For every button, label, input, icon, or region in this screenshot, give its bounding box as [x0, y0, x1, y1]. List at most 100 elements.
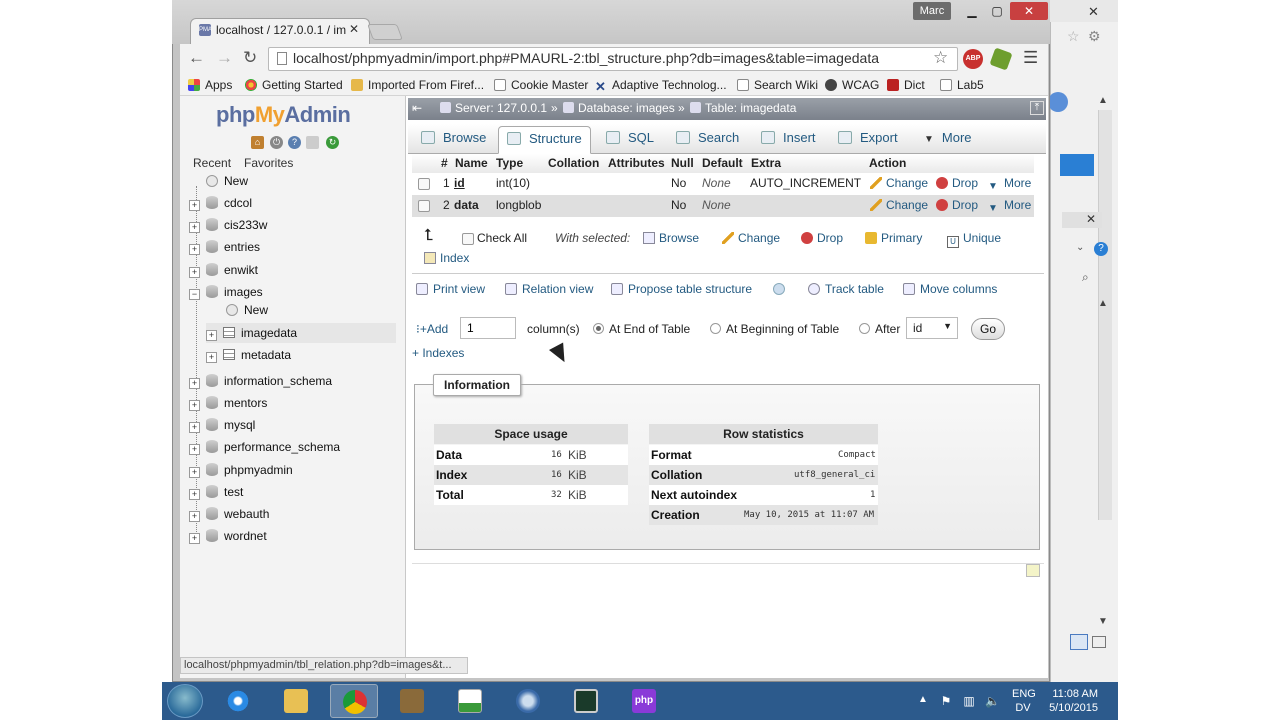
tab-browse[interactable]: Browse — [413, 126, 494, 152]
column-count-input[interactable] — [460, 317, 516, 339]
column-header-extra[interactable]: Extra — [751, 156, 781, 170]
tab-search[interactable]: Search — [668, 126, 747, 152]
at-beginning-label[interactable]: At Beginning of Table — [726, 322, 839, 336]
profile-user-badge[interactable]: Marc — [913, 2, 951, 20]
tab-more[interactable]: ▼ More — [916, 126, 980, 152]
tab-insert[interactable]: Insert — [753, 126, 824, 152]
expand-icon[interactable]: + — [189, 467, 200, 478]
expand-icon[interactable]: + — [189, 244, 200, 255]
tree-table-metadata[interactable]: + metadata — [206, 345, 291, 365]
collapse-icon[interactable]: − — [189, 289, 200, 300]
back-arrow-icon[interactable]: ← — [188, 48, 205, 68]
bookmark-dict[interactable]: Dict — [887, 76, 925, 94]
expand-icon[interactable]: + — [189, 200, 200, 211]
tree-db-cis233w[interactable]: + cis233w — [189, 215, 267, 235]
check-all-label[interactable]: Check All — [477, 231, 527, 245]
column-header-num[interactable]: # — [441, 156, 448, 170]
console-icon[interactable] — [1026, 564, 1040, 577]
maximize-icon[interactable]: ▢ — [985, 2, 1009, 20]
home-icon[interactable]: ⌂ — [251, 136, 264, 149]
background-blue-button[interactable] — [1060, 154, 1094, 176]
column-header-collation[interactable]: Collation — [548, 156, 599, 170]
column-header-type[interactable]: Type — [496, 156, 523, 170]
background-scrollbar[interactable] — [1098, 110, 1112, 520]
background-close-icon[interactable]: ✕ — [1088, 4, 1099, 20]
bookmark-imported-folder[interactable]: Imported From Firef... — [351, 76, 484, 94]
tree-db-images[interactable]: − images — [189, 282, 263, 302]
bookmark-cookie-master[interactable]: Cookie Master — [494, 76, 588, 94]
bulk-change-button[interactable]: Change — [722, 231, 780, 245]
after-label[interactable]: After — [875, 322, 900, 336]
background-scroll-down-icon[interactable]: ▼ — [1098, 616, 1108, 627]
tree-images-new[interactable]: New — [226, 300, 268, 320]
breadcrumb-server[interactable]: Server: 127.0.0.1 — [440, 101, 547, 115]
docs-icon[interactable] — [306, 136, 319, 149]
after-radio[interactable] — [859, 323, 870, 334]
new-tab-button[interactable] — [367, 24, 403, 40]
taskbar-ie[interactable] — [214, 684, 262, 718]
bookmark-getting-started[interactable]: Getting Started — [245, 76, 343, 94]
row-change-button[interactable]: Change — [870, 176, 928, 190]
volume-icon[interactable]: 🔈 — [985, 694, 1000, 708]
indexes-link[interactable]: + Indexes — [412, 346, 464, 360]
tree-db-enwikt[interactable]: + enwikt — [189, 260, 258, 280]
row-change-button[interactable]: Change — [870, 198, 928, 212]
bulk-unique-button[interactable]: U Unique — [947, 231, 1001, 248]
tree-db-mysql[interactable]: + mysql — [189, 415, 255, 435]
at-end-label[interactable]: At End of Table — [609, 322, 690, 336]
breadcrumb-database[interactable]: Database: images — [563, 101, 675, 115]
expand-icon[interactable]: + — [189, 222, 200, 233]
window-close-icon[interactable]: ✕ — [1010, 2, 1048, 20]
relation-view-link[interactable]: Relation view — [505, 282, 593, 296]
tab-export[interactable]: Export — [830, 126, 906, 152]
tree-db-phpmyadmin[interactable]: + phpmyadmin — [189, 460, 293, 480]
column-header-null[interactable]: Null — [671, 156, 694, 170]
row-more-button[interactable]: ▼ More — [988, 198, 1031, 215]
row-drop-button[interactable]: Drop — [936, 176, 978, 190]
nav-collapse-arrow-icon[interactable]: ⇤ — [412, 101, 422, 115]
minimize-icon[interactable]: ▁ — [960, 2, 984, 20]
bookmark-adaptive-technology[interactable]: ✕ Adaptive Technolog... — [595, 76, 727, 94]
background-star-icon[interactable]: ☆ — [1067, 28, 1080, 45]
background-chevron-icon[interactable]: ⌄ — [1076, 242, 1084, 253]
taskbar-thunderbird[interactable] — [504, 684, 552, 718]
tab-structure[interactable]: Structure — [498, 126, 591, 154]
expand-icon[interactable]: + — [189, 489, 200, 500]
background-help-icon[interactable]: ? — [1094, 242, 1108, 256]
favorites-tab[interactable]: Favorites — [244, 156, 293, 170]
expand-icon[interactable]: + — [189, 422, 200, 433]
background-view2-icon[interactable] — [1092, 636, 1106, 648]
print-view-link[interactable]: Print view — [416, 282, 485, 296]
taskbar-recorder[interactable] — [388, 684, 436, 718]
tray-expand-icon[interactable]: ▲ — [918, 694, 928, 705]
tree-db-mentors[interactable]: + mentors — [189, 393, 267, 413]
taskbar-chrome[interactable] — [330, 684, 378, 718]
phpmyadmin-logo[interactable]: phpMyAdmin — [216, 102, 351, 128]
column-header-name[interactable]: Name — [455, 156, 488, 170]
top-menu-collapse-icon[interactable]: ⤒ — [1030, 101, 1044, 115]
at-end-radio[interactable] — [593, 323, 604, 334]
start-button[interactable] — [167, 684, 203, 718]
expand-icon[interactable]: + — [206, 330, 217, 341]
expand-icon[interactable]: + — [189, 267, 200, 278]
column-header-default[interactable]: Default — [702, 156, 743, 170]
expand-icon[interactable]: + — [189, 400, 200, 411]
track-table-link[interactable]: Track table — [808, 282, 884, 296]
expand-icon[interactable]: + — [189, 533, 200, 544]
row-drop-button[interactable]: Drop — [936, 198, 978, 212]
bookmark-search-wiki[interactable]: Search Wiki — [737, 76, 818, 94]
move-columns-link[interactable]: Move columns — [903, 282, 997, 296]
bookmark-lab5[interactable]: Lab5 — [940, 76, 984, 94]
row-more-button[interactable]: ▼ More — [988, 176, 1031, 193]
background-scroll-up-icon-2[interactable]: ▲ — [1098, 298, 1108, 309]
background-view-icon[interactable] — [1070, 634, 1088, 650]
background-gear-icon[interactable]: ⚙ — [1088, 28, 1101, 45]
tree-db-performance-schema[interactable]: + performance_schema — [189, 437, 340, 457]
taskbar-chart-app[interactable] — [446, 684, 494, 718]
tree-db-webauth[interactable]: + webauth — [189, 504, 269, 524]
tree-db-cdcol[interactable]: + cdcol — [189, 193, 252, 213]
expand-icon[interactable]: + — [206, 352, 217, 363]
information-legend[interactable]: Information — [433, 374, 521, 396]
expand-icon[interactable]: + — [189, 444, 200, 455]
reload-nav-icon[interactable]: ↻ — [326, 136, 339, 149]
